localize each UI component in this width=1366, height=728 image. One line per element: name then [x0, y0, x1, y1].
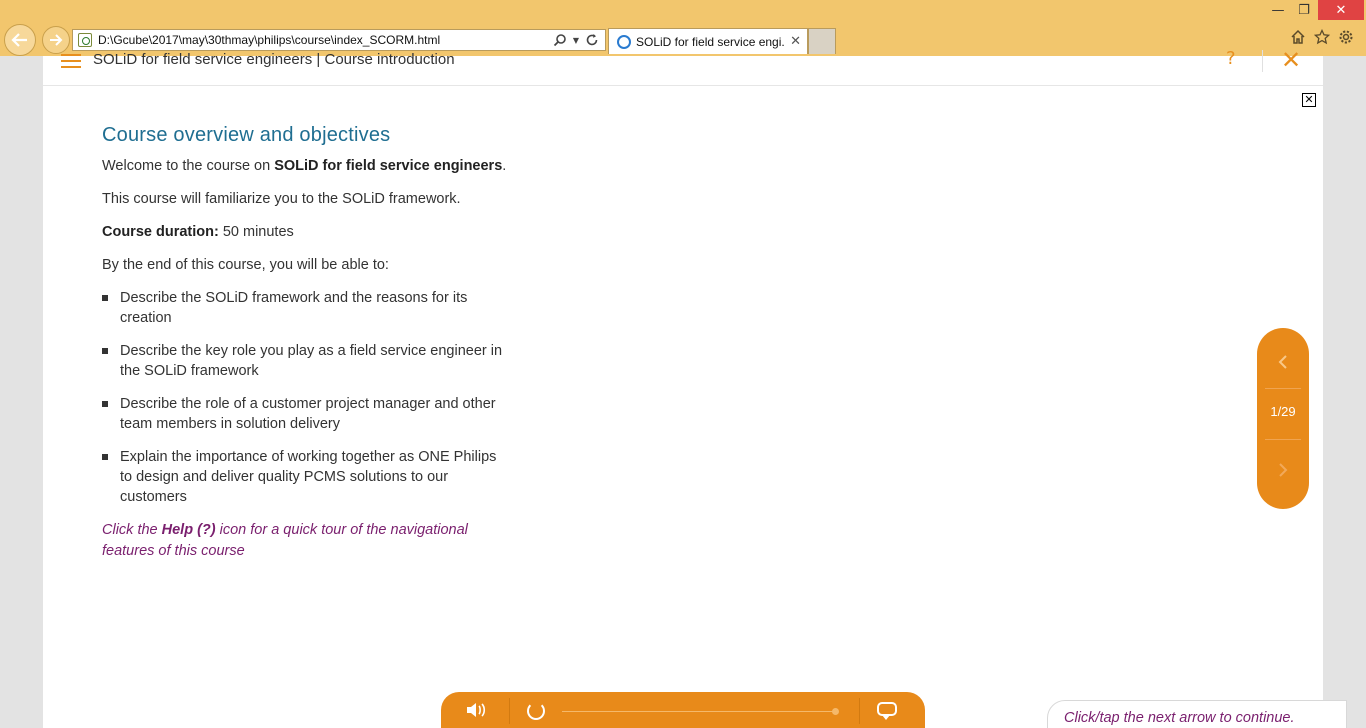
pager-divider	[1265, 388, 1301, 389]
browser-tab-active[interactable]: SOLiD for field service engi... ✕	[608, 28, 808, 54]
home-icon[interactable]	[1290, 29, 1306, 45]
browser-chrome: D:\Gcube\2017\may\30thmay\philips\course…	[0, 0, 1366, 56]
objectives-list: Describe the SOLiD framework and the rea…	[102, 288, 522, 507]
page-icon	[78, 33, 92, 47]
duration-value: 50 minutes	[218, 224, 294, 240]
header-divider	[1262, 50, 1263, 72]
course-close-button[interactable]: ✕	[1281, 46, 1301, 74]
tab-close-icon[interactable]: ✕	[790, 34, 801, 49]
page-heading: Course overview and objectives	[102, 124, 391, 146]
back-button[interactable]	[4, 24, 36, 56]
refresh-icon[interactable]	[585, 33, 599, 47]
course-page: SOLiD for field service engineers | Cour…	[43, 46, 1347, 728]
list-item: Describe the role of a customer project …	[102, 394, 502, 434]
welcome-text: Welcome to the course on SOLiD for field…	[102, 158, 507, 174]
course-name: SOLiD for field service engineers	[274, 158, 503, 174]
overview-panel: Course overview and objectives Welcome t…	[102, 124, 522, 574]
next-page-button[interactable]	[1257, 444, 1309, 496]
back-arrow-icon	[11, 33, 27, 47]
star-icon[interactable]	[1314, 29, 1330, 45]
forward-button[interactable]	[42, 26, 70, 54]
page-navigator: 1/29	[1257, 328, 1309, 509]
course-header: SOLiD for field service engineers | Cour…	[43, 46, 1323, 86]
duration-text: Course duration: 50 minutes	[102, 222, 522, 243]
gear-icon[interactable]	[1338, 29, 1354, 45]
list-item: Describe the SOLiD framework and the rea…	[102, 288, 474, 328]
list-item: Explain the importance of working togeth…	[102, 447, 504, 507]
control-divider	[859, 698, 860, 724]
list-item: Describe the key role you play as a fiel…	[102, 341, 512, 381]
forward-arrow-icon	[50, 34, 63, 46]
continue-hint: Click/tap the next arrow to continue.	[1047, 700, 1347, 728]
prev-page-button[interactable]	[1257, 336, 1309, 388]
media-control-bar	[441, 692, 925, 728]
chevron-right-icon	[1279, 463, 1288, 477]
window-restore-button[interactable]: ❐	[1292, 0, 1316, 20]
new-tab-button[interactable]	[808, 28, 836, 54]
help-note: Click the Help (?) icon for a quick tour…	[102, 522, 468, 559]
window-minimize-button[interactable]: —	[1266, 0, 1290, 20]
popup-close-icon[interactable]: ✕	[1302, 93, 1316, 107]
address-bar[interactable]: D:\Gcube\2017\may\30thmay\philips\course…	[72, 29, 606, 51]
objectives-intro: By the end of this course, you will be a…	[102, 257, 389, 273]
progress-track[interactable]	[562, 711, 837, 712]
pager-divider	[1265, 439, 1301, 440]
chevron-down-icon[interactable]: ▼	[573, 36, 579, 45]
address-url[interactable]: D:\Gcube\2017\may\30thmay\philips\course…	[98, 33, 553, 47]
help-note-bold: Help (?)	[161, 522, 216, 538]
speaker-icon[interactable]	[465, 700, 487, 720]
course-title: SOLiD for field service engineers | Cour…	[93, 51, 455, 68]
menu-icon[interactable]	[61, 54, 81, 68]
chevron-left-icon	[1278, 355, 1287, 369]
tab-title: SOLiD for field service engi...	[636, 34, 785, 49]
help-button[interactable]: ?	[1226, 48, 1236, 69]
duration-label: Course duration:	[102, 224, 219, 240]
progress-handle[interactable]	[832, 708, 839, 715]
window-close-button[interactable]: ✕	[1318, 0, 1364, 20]
control-divider	[509, 698, 510, 724]
familiarize-text: This course will familiarize you to the …	[102, 191, 461, 207]
page-counter: 1/29	[1270, 404, 1296, 419]
browser-logo-icon	[617, 34, 631, 49]
search-icon[interactable]	[553, 33, 567, 47]
chat-icon[interactable]	[877, 702, 897, 720]
replay-icon[interactable]	[527, 702, 545, 720]
